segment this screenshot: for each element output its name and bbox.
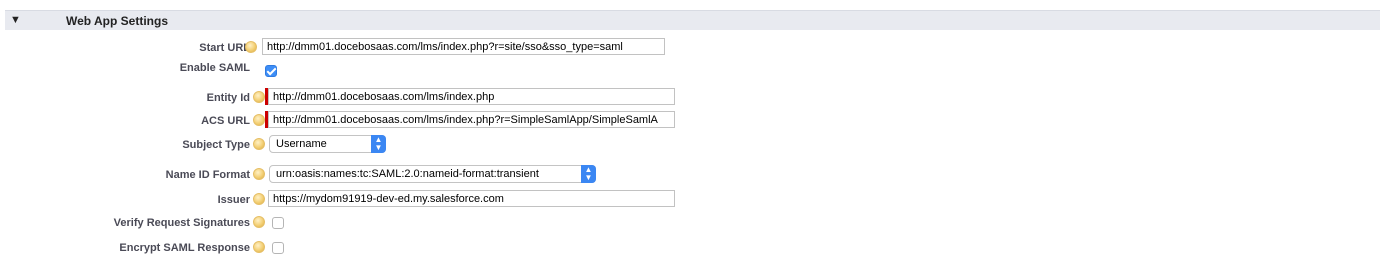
- start-url-label: Start URL: [199, 42, 250, 54]
- entity-id-label: Entity Id: [206, 92, 250, 104]
- subject-type-value: Username: [276, 138, 327, 150]
- triangle-down-icon[interactable]: ▼: [10, 14, 21, 26]
- field-row-encrypt-saml-response: Encrypt SAML Response: [0, 238, 1385, 258]
- field-row-start-url: Start URL http://dmm01.docebosaas.com/lm…: [0, 38, 1385, 58]
- acs-url-input[interactable]: http://dmm01.docebosaas.com/lms/index.ph…: [268, 111, 675, 128]
- field-row-name-id-format: Name ID Format urn:oasis:names:tc:SAML:2…: [0, 165, 1385, 185]
- encrypt-saml-response-label: Encrypt SAML Response: [119, 242, 250, 254]
- help-icon[interactable]: [253, 138, 265, 150]
- subject-type-label: Subject Type: [182, 139, 250, 151]
- select-stepper-icon: ▲ ▼: [371, 135, 386, 153]
- help-icon[interactable]: [253, 114, 265, 126]
- select-stepper-icon: ▲ ▼: [581, 165, 596, 183]
- entity-id-input[interactable]: http://dmm01.docebosaas.com/lms/index.ph…: [268, 88, 675, 105]
- subject-type-select[interactable]: Username ▲ ▼: [269, 135, 386, 153]
- field-row-acs-url: ACS URL http://dmm01.docebosaas.com/lms/…: [0, 111, 1385, 131]
- start-url-input[interactable]: http://dmm01.docebosaas.com/lms/index.ph…: [262, 38, 665, 55]
- field-row-subject-type: Subject Type Username ▲ ▼: [0, 135, 1385, 155]
- field-row-verify-request-signatures: Verify Request Signatures: [0, 213, 1385, 233]
- verify-request-signatures-label: Verify Request Signatures: [113, 217, 250, 229]
- section-header-web-app-settings[interactable]: ▼ Web App Settings: [5, 10, 1380, 30]
- help-icon[interactable]: [253, 193, 265, 205]
- name-id-format-value: urn:oasis:names:tc:SAML:2.0:nameid-forma…: [276, 168, 539, 180]
- enable-saml-label: Enable SAML: [179, 62, 250, 74]
- name-id-format-label: Name ID Format: [165, 169, 250, 181]
- enable-saml-checkbox[interactable]: [265, 65, 277, 77]
- help-icon[interactable]: [245, 41, 257, 53]
- field-row-enable-saml: Enable SAML: [0, 60, 1385, 80]
- help-icon[interactable]: [253, 168, 265, 180]
- help-icon[interactable]: [253, 216, 265, 228]
- field-row-entity-id: Entity Id http://dmm01.docebosaas.com/lm…: [0, 88, 1385, 108]
- acs-url-label: ACS URL: [201, 115, 250, 127]
- field-row-issuer: Issuer https://mydom91919-dev-ed.my.sale…: [0, 190, 1385, 210]
- issuer-label: Issuer: [217, 194, 250, 206]
- verify-request-signatures-checkbox[interactable]: [272, 217, 284, 229]
- encrypt-saml-response-checkbox[interactable]: [272, 242, 284, 254]
- name-id-format-select[interactable]: urn:oasis:names:tc:SAML:2.0:nameid-forma…: [269, 165, 596, 183]
- help-icon[interactable]: [253, 91, 265, 103]
- help-icon[interactable]: [253, 241, 265, 253]
- issuer-input[interactable]: https://mydom91919-dev-ed.my.salesforce.…: [268, 190, 675, 207]
- section-title: Web App Settings: [66, 14, 168, 28]
